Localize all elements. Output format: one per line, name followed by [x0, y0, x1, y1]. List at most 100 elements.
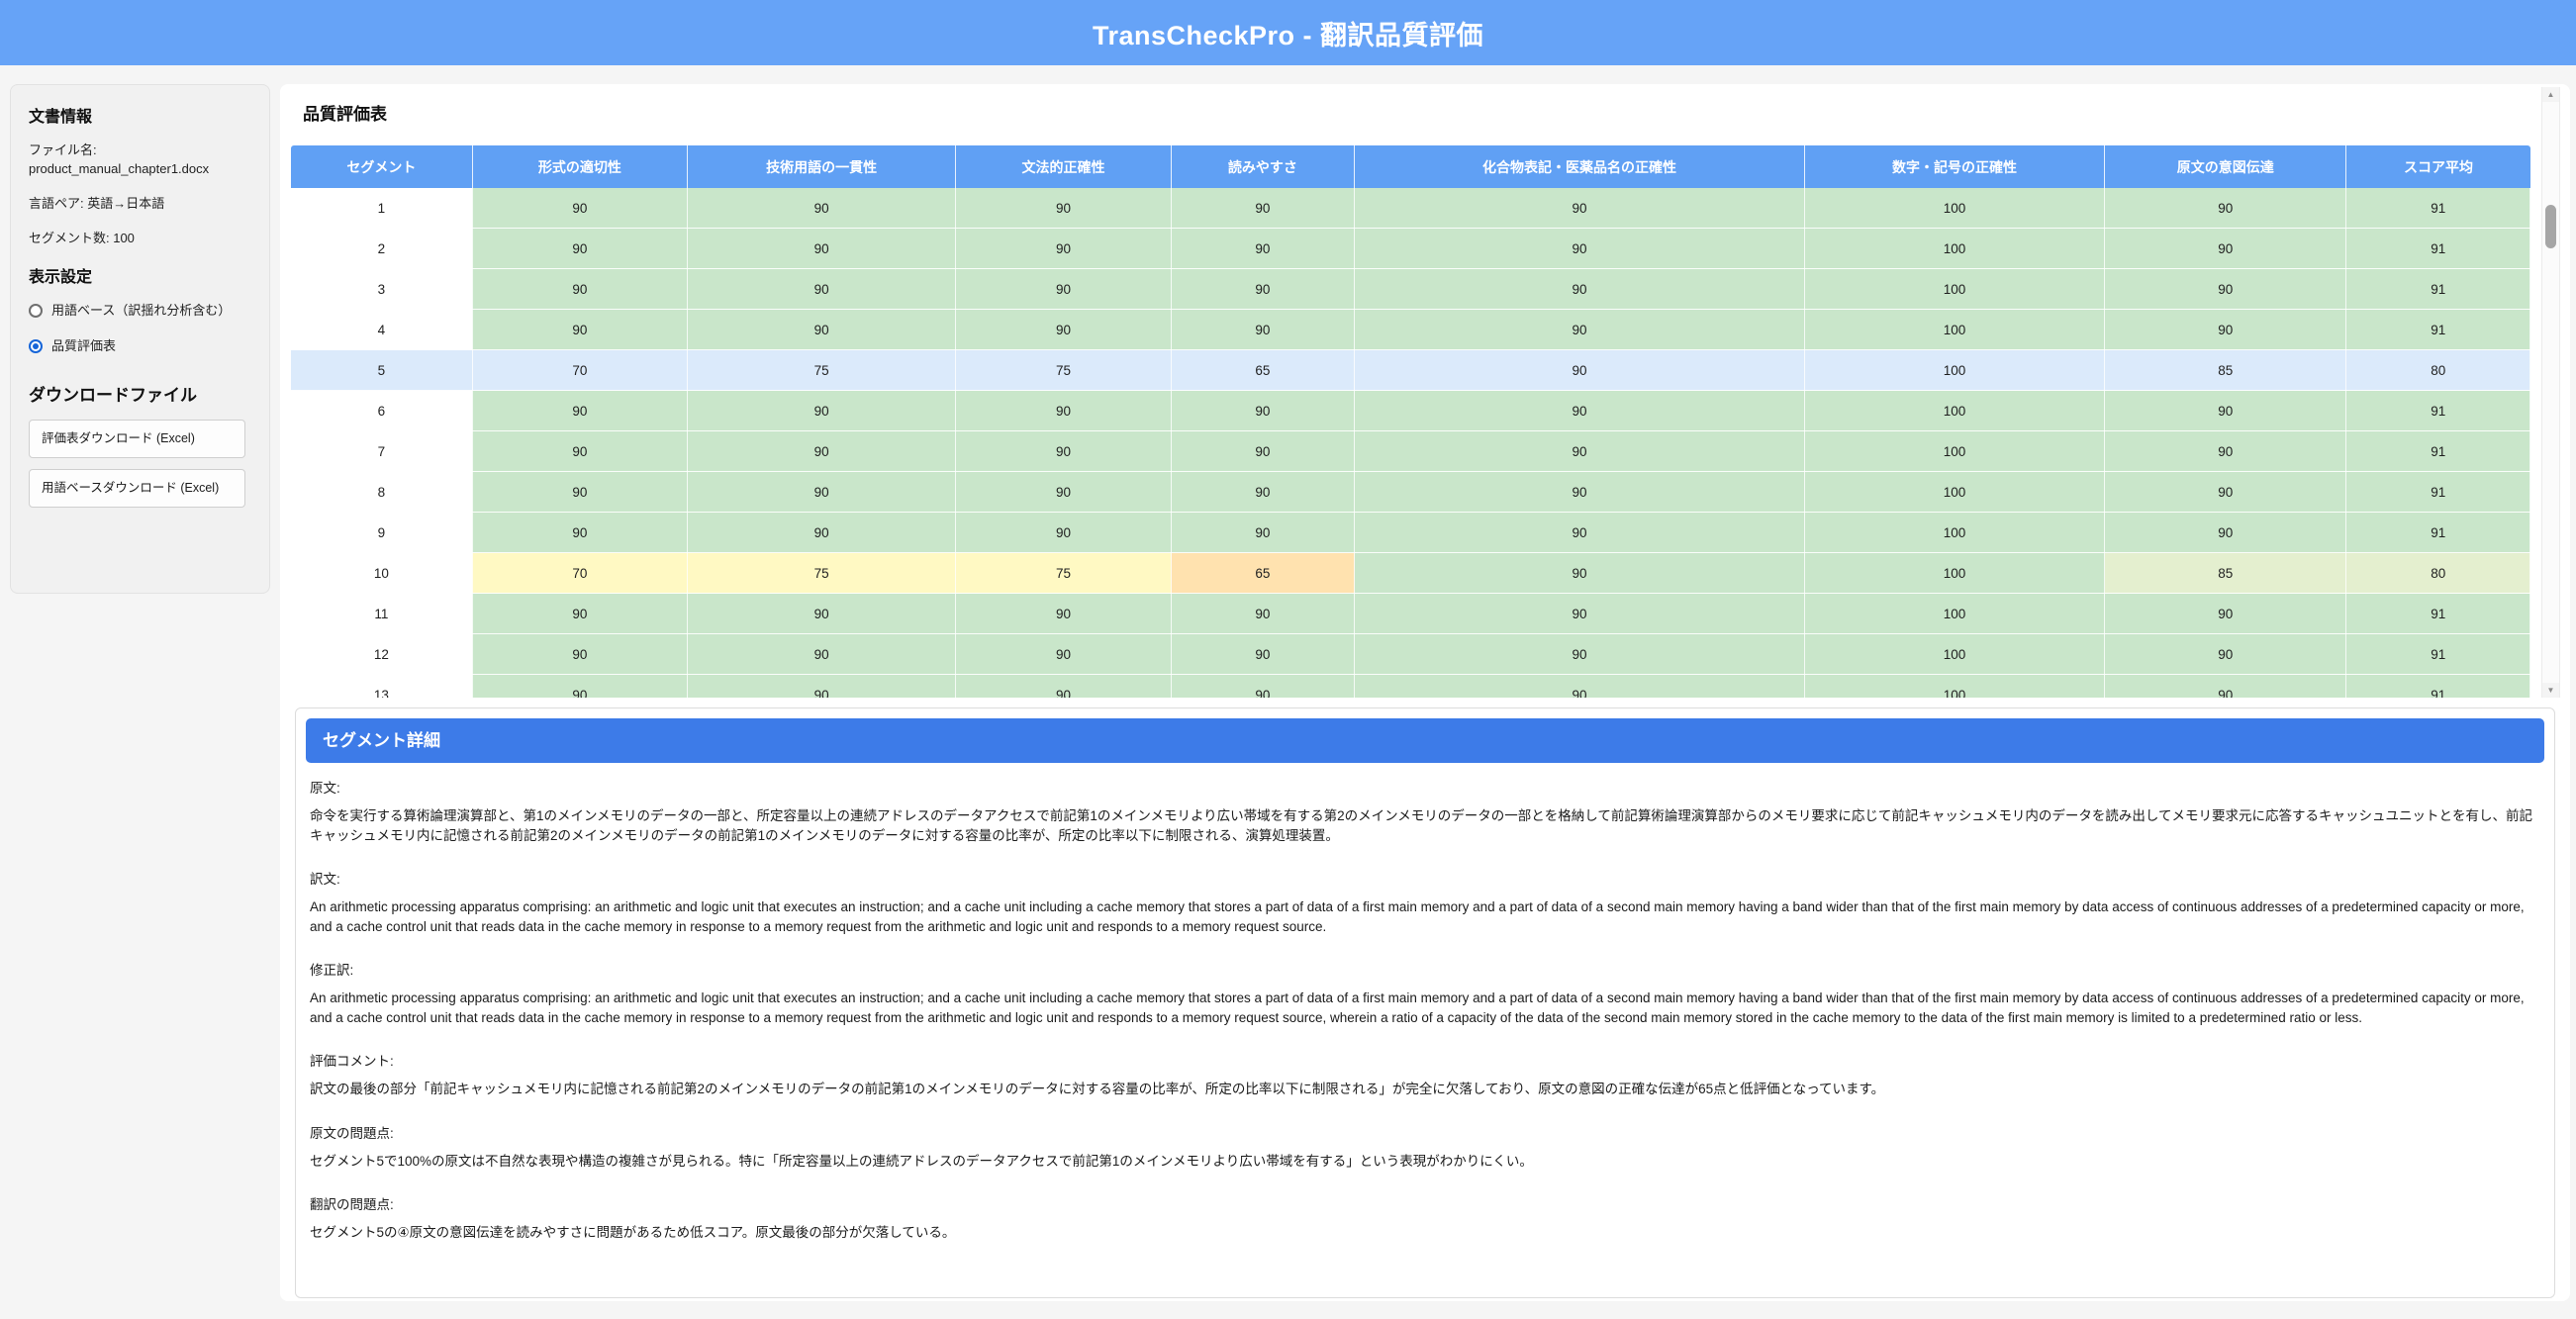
score-cell: 90: [1355, 634, 1805, 675]
score-cell: 90: [2105, 269, 2346, 310]
score-cell: 90: [1355, 310, 1805, 350]
score-cell: 90: [1171, 188, 1355, 229]
sidebar: 文書情報 ファイル名: product_manual_chapter1.docx…: [10, 84, 270, 594]
score-cell: 100: [1804, 310, 2104, 350]
score-cell: 90: [956, 269, 1171, 310]
translation-issues-field: 翻訳の問題点: セグメント5の④原文の意図伝達を読みやすさに問題があるため低スコ…: [310, 1196, 2540, 1243]
score-cell: 100: [1804, 553, 2104, 594]
score-cell: 90: [1355, 229, 1805, 269]
score-cell: 90: [1355, 188, 1805, 229]
table-row[interactable]: 290909090901009091: [291, 229, 2530, 269]
app-header: TransCheckPro - 翻訳品質評価: [0, 0, 2576, 65]
radio-selected-icon[interactable]: [29, 339, 43, 353]
evaluation-comment-label: 評価コメント:: [310, 1053, 2540, 1071]
score-cell: 90: [687, 229, 955, 269]
score-cell: 90: [956, 513, 1171, 553]
score-cell: 90: [1355, 269, 1805, 310]
score-cell: 90: [1355, 513, 1805, 553]
segment-count: セグメント数: 100: [29, 229, 251, 247]
file-name-label: ファイル名:: [29, 142, 97, 157]
segment-cell: 4: [291, 310, 472, 350]
table-row[interactable]: 570757565901008580: [291, 350, 2530, 391]
score-cell: 75: [956, 553, 1171, 594]
score-cell: 90: [472, 594, 687, 634]
table-row[interactable]: 690909090901009091: [291, 391, 2530, 431]
page-title: TransCheckPro - 翻訳品質評価: [1093, 14, 1483, 52]
radio-unselected-icon[interactable]: [29, 304, 43, 318]
score-cell: 90: [956, 675, 1171, 699]
table-row[interactable]: 490909090901009091: [291, 310, 2530, 350]
score-cell: 91: [2346, 188, 2530, 229]
scroll-down-icon[interactable]: ▼: [2542, 683, 2559, 698]
quality-table-region: 品質評価表 セグメント形式の適切性技術用語の一貫性文法的正確性読みやすさ化合物表…: [280, 84, 2570, 698]
translation-text-label: 訳文:: [310, 871, 2540, 889]
score-cell: 90: [2105, 391, 2346, 431]
score-cell: 91: [2346, 513, 2530, 553]
score-cell: 90: [1355, 391, 1805, 431]
radio-option-quality-table[interactable]: 品質評価表: [29, 336, 251, 355]
file-name-row: ファイル名: product_manual_chapter1.docx: [29, 141, 251, 178]
radio-option-term-base[interactable]: 用語ベース（訳揺れ分析含む）: [29, 301, 251, 320]
scrollbar-thumb[interactable]: [2545, 205, 2556, 248]
score-cell: 90: [1171, 310, 1355, 350]
score-cell: 90: [472, 229, 687, 269]
score-cell: 90: [1171, 431, 1355, 472]
table-row[interactable]: 990909090901009091: [291, 513, 2530, 553]
score-cell: 90: [2105, 513, 2346, 553]
downloads-heading: ダウンロードファイル: [29, 381, 251, 406]
column-header: 形式の適切性: [472, 145, 687, 188]
source-text-label: 原文:: [310, 780, 2540, 798]
source-issues-field: 原文の問題点: セグメント5で100%の原文は不自然な表現や構造の複雑さが見られ…: [310, 1125, 2540, 1172]
table-row[interactable]: 1190909090901009091: [291, 594, 2530, 634]
score-cell: 90: [2105, 594, 2346, 634]
download-evaluation-table-button[interactable]: 評価表ダウンロード (Excel): [29, 420, 245, 458]
score-cell: 100: [1804, 594, 2104, 634]
score-cell: 70: [472, 553, 687, 594]
table-scroll-viewport[interactable]: セグメント形式の適切性技術用語の一貫性文法的正確性読みやすさ化合物表記・医薬品名…: [291, 145, 2530, 698]
score-cell: 75: [687, 350, 955, 391]
score-cell: 90: [2105, 229, 2346, 269]
table-row[interactable]: 1390909090901009091: [291, 675, 2530, 699]
score-cell: 90: [687, 310, 955, 350]
translation-issues-value: セグメント5の④原文の意図伝達を読みやすさに問題があるため低スコア。原文最後の部…: [310, 1223, 2540, 1243]
score-cell: 90: [1355, 472, 1805, 513]
score-cell: 100: [1804, 431, 2104, 472]
score-cell: 90: [956, 188, 1171, 229]
score-cell: 80: [2346, 350, 2530, 391]
score-cell: 100: [1804, 229, 2104, 269]
segment-cell: 7: [291, 431, 472, 472]
download-term-base-button[interactable]: 用語ベースダウンロード (Excel): [29, 469, 245, 508]
column-header: 文法的正確性: [956, 145, 1171, 188]
evaluation-comment-value: 訳文の最後の部分「前記キャッシュメモリ内に記憶される前記第2のメインメモリのデー…: [310, 1080, 2540, 1099]
table-row[interactable]: 1290909090901009091: [291, 634, 2530, 675]
table-row[interactable]: 790909090901009091: [291, 431, 2530, 472]
translation-issues-label: 翻訳の問題点:: [310, 1196, 2540, 1214]
segment-cell: 10: [291, 553, 472, 594]
score-cell: 100: [1804, 269, 2104, 310]
score-cell: 91: [2346, 391, 2530, 431]
score-cell: 90: [2105, 634, 2346, 675]
score-cell: 91: [2346, 594, 2530, 634]
source-issues-value: セグメント5で100%の原文は不自然な表現や構造の複雑さが見られる。特に「所定容…: [310, 1152, 2540, 1172]
score-cell: 90: [687, 391, 955, 431]
segment-cell: 11: [291, 594, 472, 634]
table-row[interactable]: 890909090901009091: [291, 472, 2530, 513]
score-cell: 91: [2346, 269, 2530, 310]
column-header: セグメント: [291, 145, 472, 188]
score-cell: 90: [1355, 675, 1805, 699]
score-cell: 90: [1355, 594, 1805, 634]
table-row[interactable]: 1070757565901008580: [291, 553, 2530, 594]
score-cell: 65: [1171, 553, 1355, 594]
table-row[interactable]: 390909090901009091: [291, 269, 2530, 310]
scroll-up-icon[interactable]: ▲: [2542, 87, 2559, 102]
score-cell: 90: [687, 634, 955, 675]
table-scrollbar[interactable]: ▲ ▼: [2541, 87, 2560, 698]
segment-cell: 1: [291, 188, 472, 229]
segment-detail-heading: セグメント詳細: [306, 718, 2544, 763]
score-cell: 90: [687, 188, 955, 229]
table-row[interactable]: 190909090901009091: [291, 188, 2530, 229]
score-cell: 90: [472, 310, 687, 350]
score-cell: 90: [1171, 675, 1355, 699]
revised-translation-value: An arithmetic processing apparatus compr…: [310, 989, 2540, 1027]
segment-cell: 8: [291, 472, 472, 513]
